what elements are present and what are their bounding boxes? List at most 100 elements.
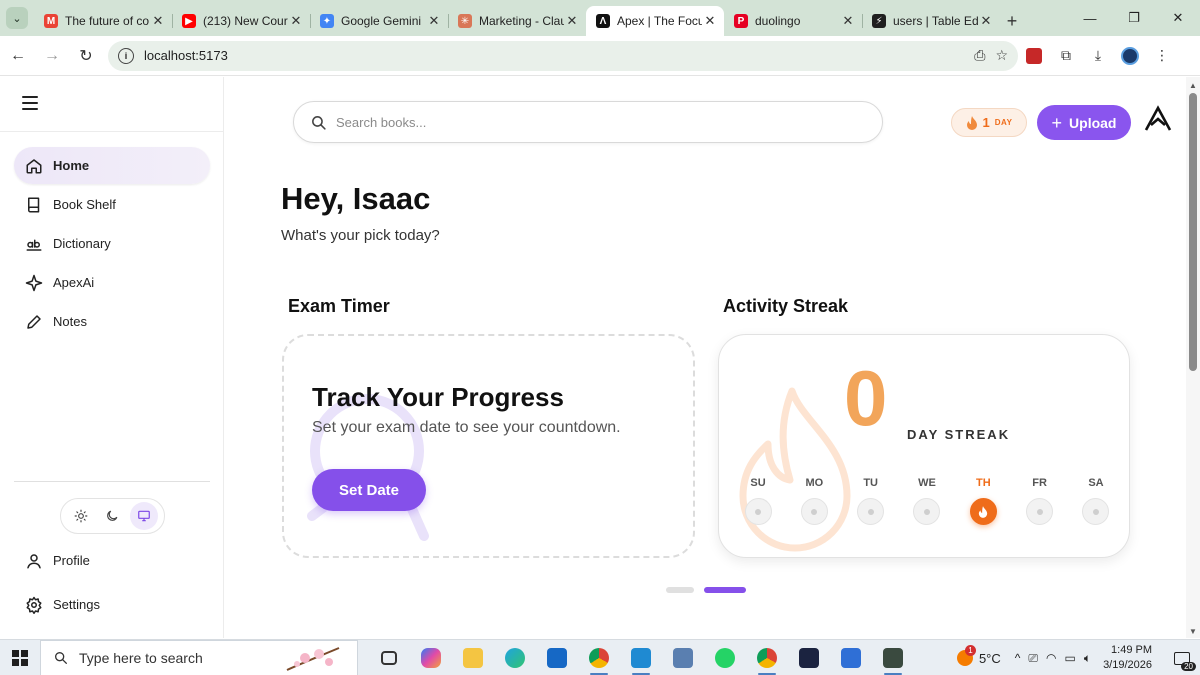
sidebar: Home Book Shelf Dictionary ApexAi Notes (0, 77, 224, 638)
notification-center-icon[interactable]: 20 (1164, 640, 1200, 675)
light-theme-button[interactable] (67, 502, 95, 530)
sidebar-item-label: Home (53, 158, 90, 173)
copilot-icon[interactable] (410, 640, 452, 675)
close-tab-icon[interactable]: ✕ (978, 13, 994, 29)
battery-icon[interactable]: ▭ (1065, 651, 1076, 666)
close-tab-icon[interactable]: ✕ (150, 13, 166, 29)
browser-tab[interactable]: ▶ (213) New Cours ✕ (172, 6, 310, 36)
file-explorer-icon[interactable] (452, 640, 494, 675)
sidebar-item-notes[interactable]: Notes (14, 303, 210, 340)
browser-tab[interactable]: Λ Apex | The Focu ✕ (586, 6, 724, 36)
scrollbar-thumb[interactable] (1189, 93, 1197, 371)
wifi-icon[interactable]: ◠ (1046, 651, 1056, 666)
edge-icon[interactable] (494, 640, 536, 675)
minimize-icon[interactable]: — (1068, 0, 1112, 36)
pager-dot-active[interactable] (704, 587, 746, 593)
hamburger-menu-icon[interactable] (22, 96, 38, 114)
downloads-icon[interactable]: ⤓ (1082, 40, 1114, 72)
task-view-icon[interactable] (368, 640, 410, 675)
close-tab-icon[interactable]: ✕ (702, 13, 718, 29)
new-tab-button[interactable]: + (1000, 6, 1024, 36)
back-arrow-icon[interactable]: ← (2, 40, 34, 72)
windows-start-icon[interactable] (0, 640, 40, 675)
window-controls: — ❐ ✕ (1068, 0, 1200, 36)
day-dot-icon (1026, 498, 1054, 525)
browser-tab[interactable]: ✦ Google Gemini ✕ (310, 6, 448, 36)
search-input[interactable] (336, 114, 856, 130)
greeting-subtitle: What's your pick today? (281, 227, 440, 244)
upload-button[interactable]: + Upload (1037, 105, 1131, 140)
address-bar[interactable]: i localhost:5173 ⎙ ☆ (108, 40, 1018, 71)
monitor-icon (138, 510, 150, 522)
browser-tab[interactable]: ⚡ users | Table Edit ✕ (862, 6, 1000, 36)
exam-card-title: Track Your Progress (312, 382, 564, 412)
chrome-icon[interactable] (578, 640, 620, 675)
close-tab-icon[interactable]: ✕ (426, 13, 442, 29)
weather-widget[interactable]: 1 5°C (956, 645, 1001, 666)
browser-tab[interactable]: Pduolingo ✕ (724, 6, 862, 36)
bookmark-star-icon[interactable]: ☆ (995, 47, 1008, 64)
dark-theme-button[interactable] (98, 502, 126, 530)
flame-icon (966, 115, 977, 130)
install-app-icon[interactable]: ⎙ (974, 47, 985, 64)
streak-badge[interactable]: 1 DAY (951, 108, 1027, 137)
whatsapp-icon[interactable] (704, 640, 746, 675)
volume-icon[interactable]: 🔈︎ (1084, 651, 1091, 666)
user-icon (27, 553, 41, 568)
meet-icon[interactable]: ⎚ (1028, 651, 1038, 666)
set-date-button[interactable]: Set Date (312, 469, 426, 511)
activity-streak-card: 0 DAY STREAK SU MO TU WE TH FR SA (718, 334, 1130, 558)
theme-switcher (60, 498, 165, 534)
extension-icon[interactable] (1018, 40, 1050, 72)
vscode-icon[interactable] (620, 640, 662, 675)
weekday-we: WE (912, 477, 942, 525)
clock[interactable]: 1:49 PM 3/19/2026 (1103, 643, 1152, 673)
restore-icon[interactable]: ❐ (1112, 0, 1156, 36)
exam-timer-heading: Exam Timer (288, 296, 390, 316)
scroll-down-icon[interactable]: ▼ (1189, 627, 1197, 636)
browser-menu-icon[interactable]: ⋮ (1146, 40, 1178, 72)
book-icon (28, 197, 40, 212)
apex-app-icon[interactable] (788, 640, 830, 675)
site-info-icon[interactable]: i (118, 47, 134, 64)
upload-label: Upload (1069, 114, 1117, 131)
sidebar-item-apexai[interactable]: ApexAi (14, 264, 210, 301)
sidebar-item-home[interactable]: Home (14, 147, 210, 184)
browser-tab[interactable]: M The future of co ✕ (34, 6, 172, 36)
gear-icon (26, 596, 42, 614)
sidebar-item-settings[interactable]: Settings (14, 586, 210, 623)
page-scrollbar[interactable]: ▲ ▼ (1186, 77, 1200, 638)
close-window-icon[interactable]: ✕ (1156, 0, 1200, 36)
close-tab-icon[interactable]: ✕ (564, 13, 580, 29)
system-theme-button[interactable] (130, 502, 159, 530)
sidebar-item-dictionary[interactable]: Dictionary (14, 225, 210, 262)
profile-avatar[interactable] (1114, 40, 1146, 72)
extensions-puzzle-icon[interactable]: ⧉ (1050, 40, 1082, 72)
chevron-up-icon[interactable]: ^ (1015, 651, 1021, 666)
sidebar-item-profile[interactable]: Profile (14, 542, 210, 579)
network-app-icon[interactable] (662, 640, 704, 675)
url-text[interactable]: localhost:5173 (144, 48, 974, 63)
taskbar-search[interactable]: Type here to search (40, 639, 358, 675)
search-icon (312, 115, 326, 130)
outlook-icon[interactable] (536, 640, 578, 675)
weather-sun-icon: 1 (956, 645, 976, 666)
close-tab-icon[interactable]: ✕ (840, 13, 856, 29)
reload-icon[interactable]: ↻ (70, 40, 102, 72)
close-tab-icon[interactable]: ✕ (288, 13, 304, 29)
forward-arrow-icon[interactable]: → (36, 40, 68, 72)
search-bar[interactable] (293, 101, 883, 143)
browser-tab[interactable]: ✳ Marketing - Clau ✕ (448, 6, 586, 36)
arc-app-icon[interactable] (830, 640, 872, 675)
weather-temp: 5°C (978, 650, 1001, 666)
sidebar-item-book-shelf[interactable]: Book Shelf (14, 186, 210, 223)
pager-dot[interactable] (666, 587, 694, 593)
tab-search-chevron-icon[interactable]: ⌄ (6, 7, 28, 29)
scroll-up-icon[interactable]: ▲ (1189, 81, 1197, 90)
cherry-blossom-icon (286, 646, 340, 671)
chrome-profile-icon[interactable] (746, 640, 788, 675)
node-app-icon[interactable] (872, 640, 914, 675)
sidebar-item-label: Settings (53, 597, 100, 612)
sun-icon (74, 509, 88, 523)
weekday-row: SU MO TU WE TH FR SA (743, 477, 1111, 525)
